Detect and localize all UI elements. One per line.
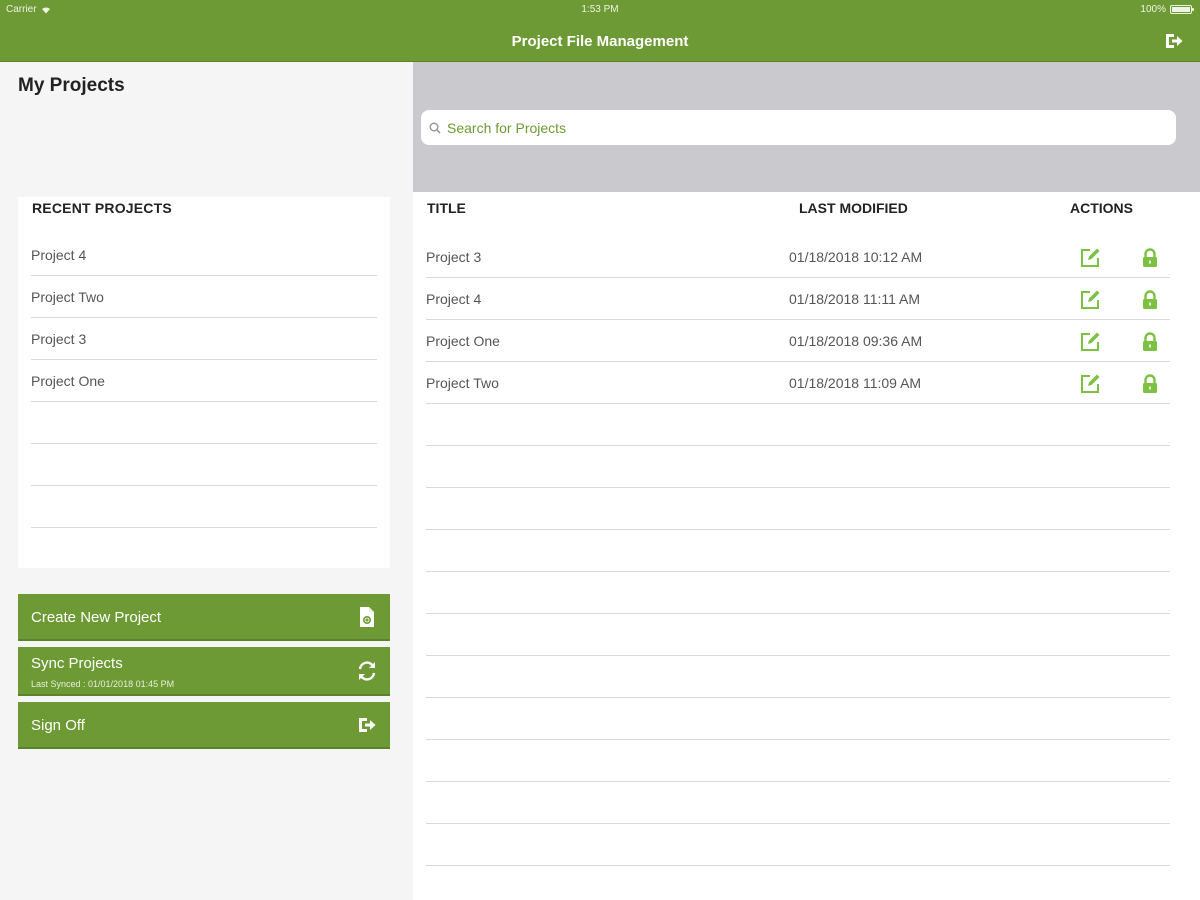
table-empty-row <box>426 824 1170 866</box>
column-header-actions: ACTIONS <box>1070 200 1133 216</box>
new-file-icon <box>360 607 374 627</box>
lock-icon[interactable] <box>1141 247 1159 269</box>
lock-icon[interactable] <box>1141 331 1159 353</box>
search-input[interactable] <box>447 119 1147 136</box>
edit-icon[interactable] <box>1079 373 1101 395</box>
table-empty-row <box>426 488 1170 530</box>
table-empty-row <box>426 698 1170 740</box>
project-title-cell: Project 3 <box>426 249 482 265</box>
table-row[interactable]: Project 4 01/18/2018 11:11 AM <box>426 278 1170 320</box>
sign-off-label: Sign Off <box>31 717 85 734</box>
lock-icon[interactable] <box>1141 289 1159 311</box>
table-empty-row <box>426 614 1170 656</box>
table-row[interactable]: Project One 01/18/2018 09:36 AM <box>426 320 1170 362</box>
status-battery: 100% <box>1140 4 1194 15</box>
sync-icon <box>358 661 376 681</box>
last-modified-cell: 01/18/2018 09:36 AM <box>789 333 923 349</box>
last-modified-cell: 01/18/2018 11:11 AM <box>789 291 921 307</box>
sync-projects-label: Sync Projects <box>31 655 123 672</box>
projects-table: TITLE LAST MODIFIED ACTIONS Project 3 01/… <box>413 192 1200 900</box>
edit-icon[interactable] <box>1079 331 1101 353</box>
recent-project-item[interactable]: Project 4 <box>31 234 377 276</box>
create-new-project-label: Create New Project <box>31 609 162 626</box>
recent-project-empty-row <box>31 402 377 444</box>
last-synced-text: Last Synced : 01/01/2018 01:45 PM <box>31 679 175 689</box>
battery-icon <box>1170 5 1194 14</box>
table-row[interactable]: Project Two 01/18/2018 11:09 AM <box>426 362 1170 404</box>
table-row[interactable]: Project 3 01/18/2018 10:12 AM <box>426 236 1170 278</box>
sync-projects-button[interactable]: Sync Projects Last Synced : 01/01/2018 0… <box>18 647 390 696</box>
column-header-last-modified: LAST MODIFIED <box>799 200 908 216</box>
page-title: My Projects <box>18 75 125 96</box>
recent-project-item[interactable]: Project One <box>31 360 377 402</box>
table-empty-row <box>426 572 1170 614</box>
recent-projects-header: RECENT PROJECTS <box>32 200 172 216</box>
nav-sign-out-button[interactable] <box>1164 31 1184 51</box>
table-empty-row <box>426 740 1170 782</box>
status-time: 1:53 PM <box>581 4 619 15</box>
top-bar: Carrier 1:53 PM 100% Project File Manage… <box>0 0 1200 62</box>
search-icon <box>429 122 441 133</box>
project-title-cell: Project 4 <box>426 291 482 307</box>
sign-off-button[interactable]: Sign Off <box>18 702 390 749</box>
recent-project-item[interactable]: Project Two <box>31 276 377 318</box>
battery-label: 100% <box>1140 4 1166 15</box>
lock-icon[interactable] <box>1141 373 1159 395</box>
edit-icon[interactable] <box>1079 289 1101 311</box>
project-title-cell: Project Two <box>426 375 499 391</box>
column-header-title: TITLE <box>427 200 466 216</box>
project-title-cell: Project One <box>426 333 500 349</box>
recent-project-empty-row <box>31 486 377 528</box>
sign-out-icon <box>359 718 376 732</box>
sign-out-icon <box>1166 34 1183 48</box>
create-new-project-button[interactable]: Create New Project <box>18 594 390 641</box>
table-empty-row <box>426 656 1170 698</box>
table-empty-row <box>426 782 1170 824</box>
last-modified-cell: 01/18/2018 11:09 AM <box>789 375 922 391</box>
nav-title: Project File Management <box>511 33 689 50</box>
table-empty-row <box>426 530 1170 572</box>
recent-project-item[interactable]: Project 3 <box>31 318 377 360</box>
table-empty-row <box>426 446 1170 488</box>
recent-projects-list: Project 4 Project Two Project 3 Project One <box>31 234 377 528</box>
edit-icon[interactable] <box>1079 247 1101 269</box>
projects-table-body: Project 3 01/18/2018 10:12 AM Project 4 01/… <box>426 236 1170 866</box>
recent-projects-card: RECENT PROJECTS Project 4 Project Two Proj… <box>18 197 390 568</box>
search-bar[interactable] <box>421 110 1176 145</box>
recent-project-empty-row <box>31 444 377 486</box>
last-modified-cell: 01/18/2018 10:12 AM <box>789 249 923 265</box>
table-empty-row <box>426 404 1170 446</box>
search-area <box>413 62 1200 192</box>
